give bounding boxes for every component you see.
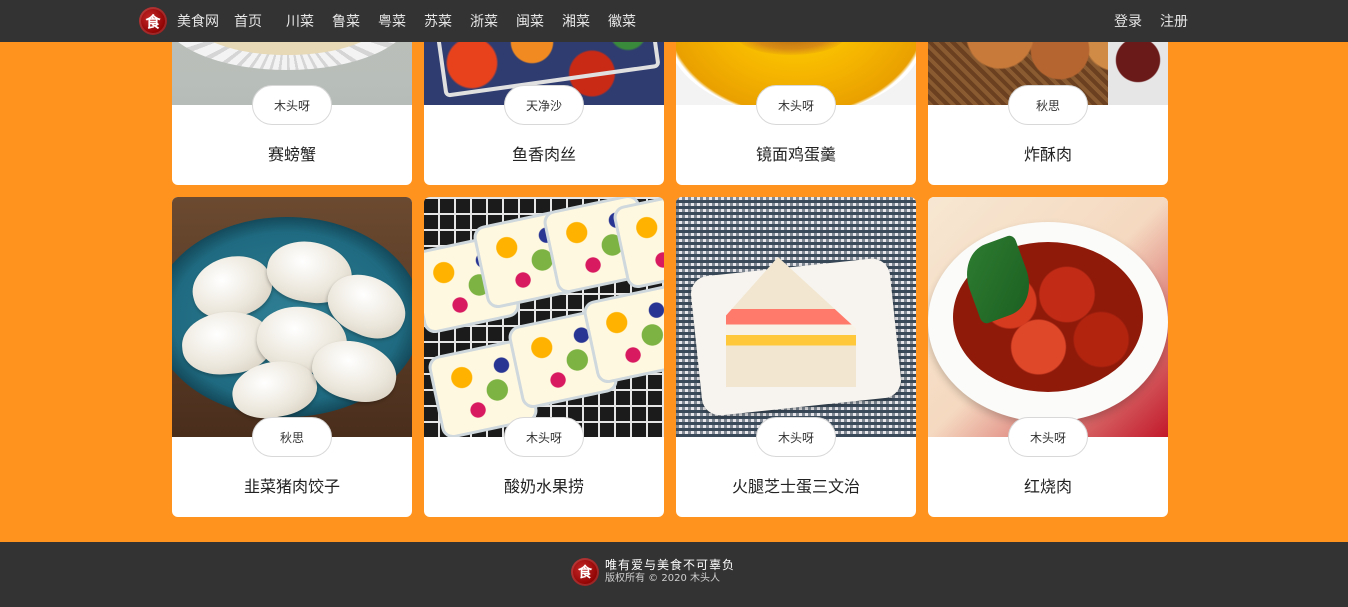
nav-link-home[interactable]: 首页 <box>234 11 262 31</box>
main-nav: 首页 川菜 鲁菜 粤菜 苏菜 浙菜 闽菜 湘菜 徽菜 <box>234 0 654 42</box>
footer-text: 唯有爱与美食不可辜负 版权所有 © 2020 木头人 <box>605 558 735 586</box>
nav-link-jiangsu[interactable]: 苏菜 <box>424 11 452 31</box>
recipe-photo-yogurt-fruit[interactable] <box>424 197 664 437</box>
nav-link-anhui[interactable]: 徽菜 <box>608 11 636 31</box>
author-badge[interactable]: 木头呀 <box>504 417 584 457</box>
recipe-title[interactable]: 红烧肉 <box>928 473 1168 497</box>
recipe-title[interactable]: 炸酥肉 <box>928 141 1168 165</box>
recipe-photo-braised-pork[interactable] <box>928 197 1168 437</box>
author-badge[interactable]: 木头呀 <box>252 85 332 125</box>
recipe-photo-dumplings[interactable] <box>172 197 412 437</box>
recipe-grid: 木头呀 赛螃蟹 天净沙 鱼香肉丝 木头呀 镜面鸡蛋羹 秋思 炸酥肉 秋思 韭菜猪… <box>172 0 1168 517</box>
recipe-card[interactable]: 秋思 韭菜猪肉饺子 <box>172 197 412 517</box>
auth-nav: 登录 注册 <box>1114 0 1188 42</box>
nav-link-cantonese[interactable]: 粤菜 <box>378 11 406 31</box>
author-badge[interactable]: 秋思 <box>252 417 332 457</box>
nav-link-shandong[interactable]: 鲁菜 <box>332 11 360 31</box>
recipe-card[interactable]: 木头呀 酸奶水果捞 <box>424 197 664 517</box>
nav-link-fujian[interactable]: 闽菜 <box>516 11 544 31</box>
author-badge[interactable]: 木头呀 <box>756 417 836 457</box>
copyright-text: 版权所有 © 2020 木头人 <box>605 573 720 584</box>
footer-logo-icon: 食 <box>571 558 599 586</box>
nav-link-zhejiang[interactable]: 浙菜 <box>470 11 498 31</box>
recipe-title[interactable]: 鱼香肉丝 <box>424 141 664 165</box>
footer-content: 食 唯有爱与美食不可辜负 版权所有 © 2020 木头人 <box>571 558 735 586</box>
recipe-title[interactable]: 酸奶水果捞 <box>424 473 664 497</box>
site-logo-icon[interactable]: 食 <box>139 7 167 35</box>
recipe-title[interactable]: 赛螃蟹 <box>172 141 412 165</box>
author-badge[interactable]: 天净沙 <box>504 85 584 125</box>
top-navbar: 食 美食网 首页 川菜 鲁菜 粤菜 苏菜 浙菜 闽菜 湘菜 徽菜 登录 注册 <box>0 0 1348 42</box>
author-badge[interactable]: 木头呀 <box>756 85 836 125</box>
footer-slogan: 唯有爱与美食不可辜负 <box>605 558 736 572</box>
recipe-title[interactable]: 火腿芝士蛋三文治 <box>676 473 916 497</box>
recipe-photo-sandwich[interactable] <box>676 197 916 437</box>
brand-name[interactable]: 美食网 <box>177 11 219 31</box>
nav-link-sichuan[interactable]: 川菜 <box>286 11 314 31</box>
recipe-title[interactable]: 镜面鸡蛋羹 <box>676 141 916 165</box>
recipe-title[interactable]: 韭菜猪肉饺子 <box>172 473 412 497</box>
footer: 食 唯有爱与美食不可辜负 版权所有 © 2020 木头人 <box>0 542 1348 607</box>
nav-link-hunan[interactable]: 湘菜 <box>562 11 590 31</box>
login-link[interactable]: 登录 <box>1114 11 1142 31</box>
author-badge[interactable]: 木头呀 <box>1008 417 1088 457</box>
recipe-card[interactable]: 木头呀 火腿芝士蛋三文治 <box>676 197 916 517</box>
register-link[interactable]: 注册 <box>1160 11 1188 31</box>
author-badge[interactable]: 秋思 <box>1008 85 1088 125</box>
brand[interactable]: 食 美食网 <box>139 7 219 35</box>
recipe-card[interactable]: 木头呀 红烧肉 <box>928 197 1168 517</box>
